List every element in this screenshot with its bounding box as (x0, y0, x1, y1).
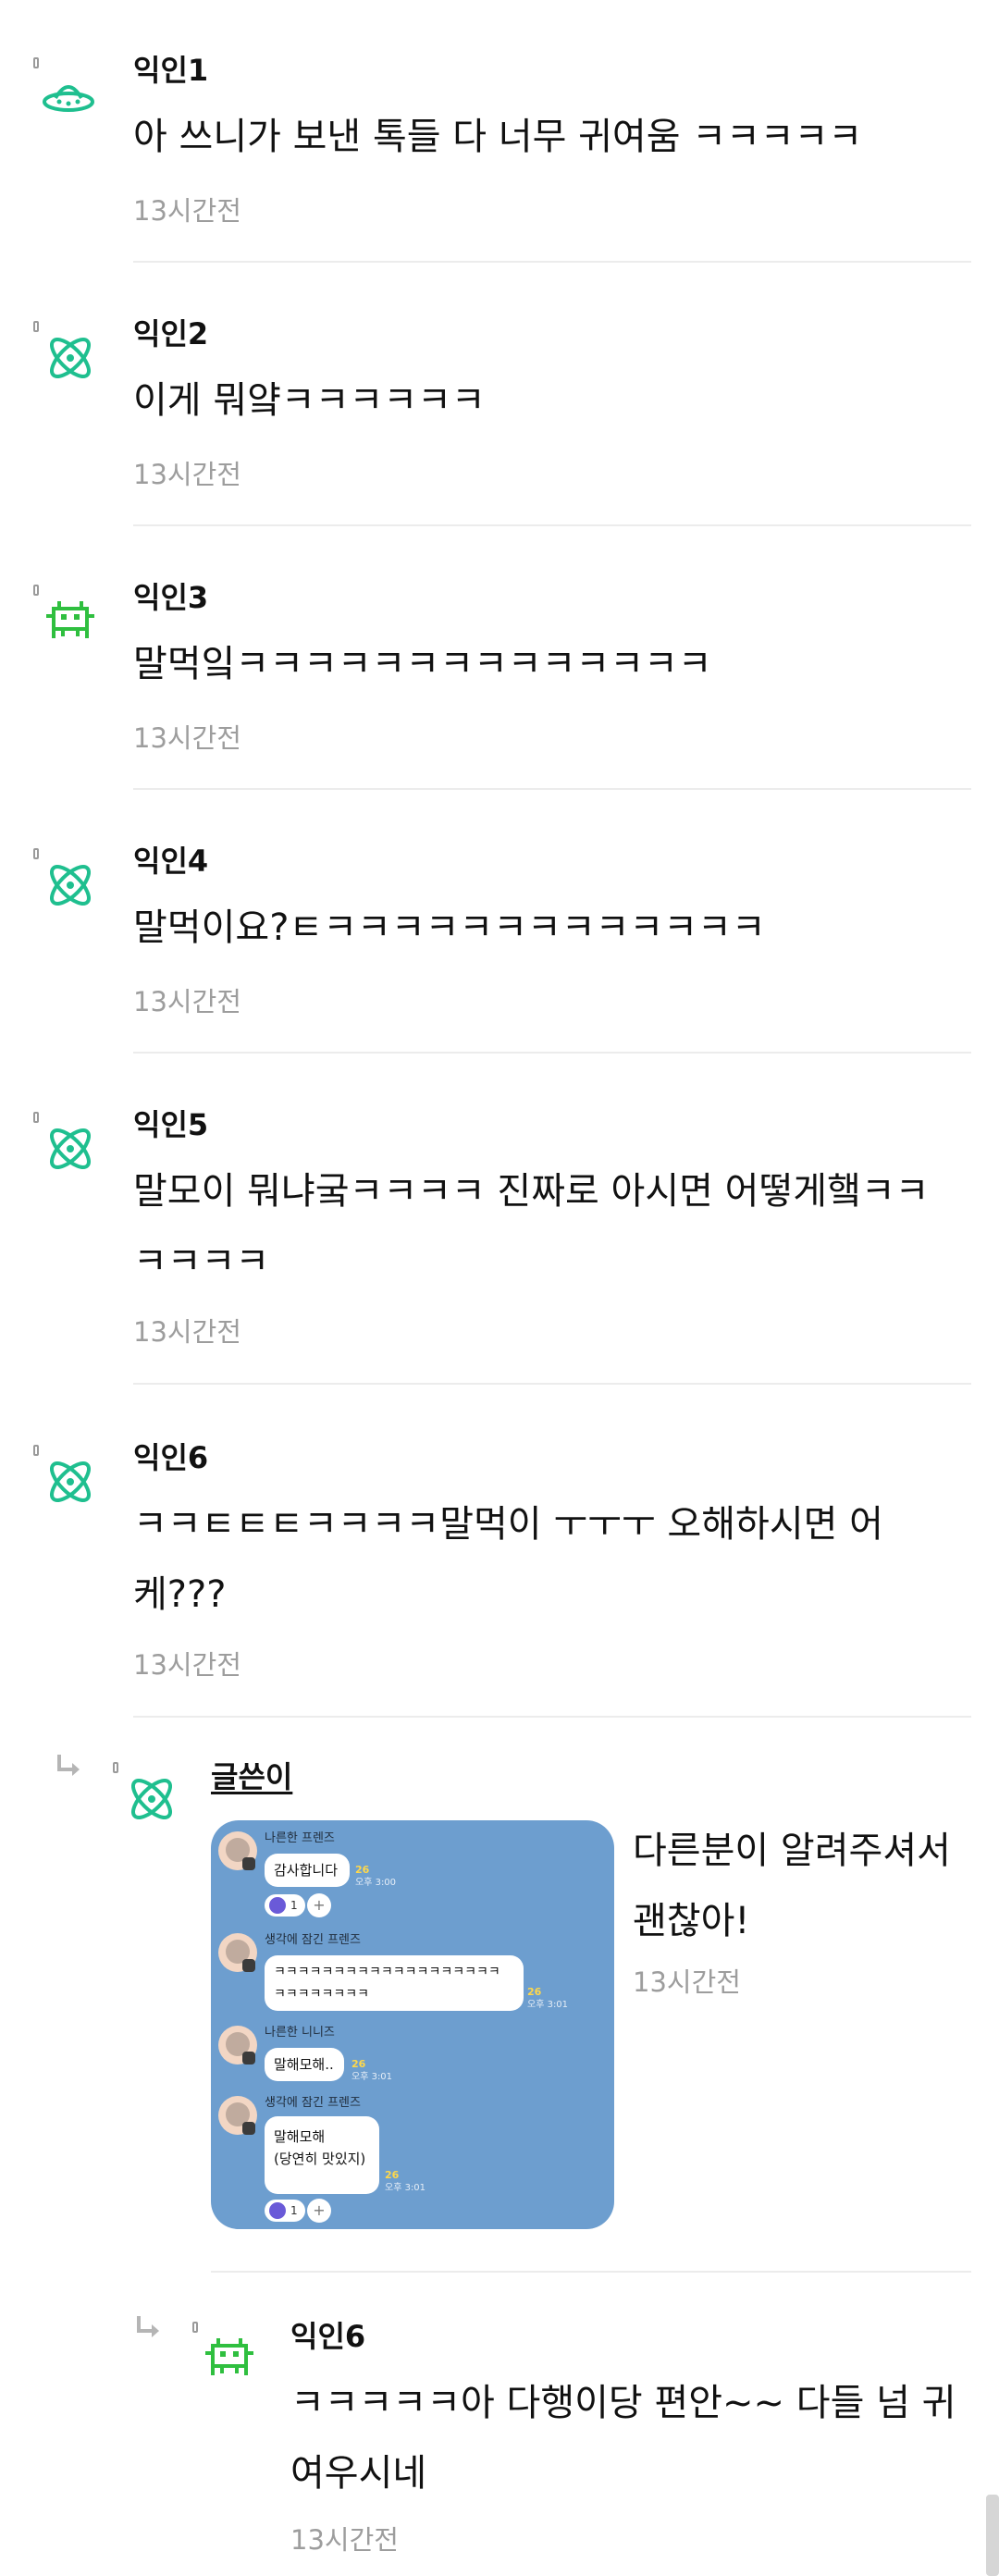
comment-time: 13시간전 (133, 1316, 241, 1348)
scrollbar[interactable] (986, 2495, 999, 2576)
comment-author: 익인6 (290, 2319, 366, 2354)
chat-reaction: 1 (265, 1894, 305, 1917)
comment-text: 말먹잌ㅋㅋㅋㅋㅋㅋㅋㅋㅋㅋㅋㅋㅋㅋ (133, 643, 712, 685)
comment-item: 익인6 ㅋㅋㅌㅌㅌㅋㅋㅋㅋ말먹이 ㅜㅜㅜ 오해하시면 어 케??? 13시간전 (0, 1387, 999, 1720)
ufo-icon (41, 67, 96, 122)
comment-text-line-1: 다른분이 알려주셔서 (633, 1830, 951, 1872)
chat-unread-count: 26 (527, 1986, 542, 1998)
chat-bubble: 감사합니다 (265, 1854, 350, 1887)
divider (133, 261, 971, 263)
more-options-icon[interactable] (113, 1762, 118, 1773)
chat-bubble: 말해모해 (당연히 맛있지) (265, 2116, 379, 2194)
reply-item: 익인6 ㅋㅋㅋㅋㅋ아 다행이당 편안~~ 다들 넘 귀 여우시네 13시간전 (0, 2275, 999, 2576)
chat-time: 오후 3:00 (355, 1878, 397, 1888)
comment-text: 아 쓰니가 보낸 톡들 다 너무 귀여움 ㅋㅋㅋㅋㅋ (133, 116, 863, 158)
comment-author: 익인2 (133, 316, 209, 351)
comment-time: 13시간전 (290, 2524, 399, 2556)
more-options-icon[interactable] (33, 848, 39, 859)
more-options-icon[interactable] (33, 57, 39, 68)
divider (133, 524, 971, 526)
divider (133, 788, 971, 790)
chat-crown-badge (242, 2122, 255, 2135)
chat-time: 오후 3:01 (385, 2183, 426, 2193)
chat-time: 오후 3:01 (527, 2000, 569, 2010)
space-invader-icon (43, 594, 98, 649)
comment-time: 13시간전 (133, 986, 241, 1017)
divider (211, 2271, 971, 2273)
more-options-icon[interactable] (33, 1445, 39, 1456)
chat-crown-badge (242, 2052, 255, 2064)
more-options-icon[interactable] (33, 585, 39, 596)
chat-sender: 나른한 프렌즈 (265, 1831, 335, 1845)
attached-chat-screenshot[interactable]: 나른한 프렌즈 감사합니다 26 오후 3:00 1 생각에 잠긴 프렌즈 ㅋㅋ… (211, 1820, 614, 2229)
more-options-icon[interactable] (33, 1112, 39, 1123)
atom-icon (124, 1771, 179, 1827)
comment-item: 익인3 말먹잌ㅋㅋㅋㅋㅋㅋㅋㅋㅋㅋㅋㅋㅋㅋ 13시간전 (0, 527, 999, 791)
comment-author-op[interactable]: 글쓴이 (211, 1758, 292, 1795)
comment-item: 익인4 말먹이요?ㅌㅋㅋㅋㅋㅋㅋㅋㅋㅋㅋㅋㅋㅋ 13시간전 (0, 791, 999, 1054)
comment-item: 익인2 이게 뭐얔ㅋㅋㅋㅋㅋㅋ 13시간전 (0, 264, 999, 527)
comment-text-line-1: 말모이 뭐냐궄ㅋㅋㅋㅋ 진짜로 아시면 어떻게햌ㅋㅋ (133, 1170, 930, 1213)
atom-icon (43, 1121, 98, 1177)
comment-text: 이게 뭐얔ㅋㅋㅋㅋㅋㅋ (133, 379, 486, 422)
chat-bubble: 말해모해.. (265, 2048, 344, 2081)
more-options-icon[interactable] (33, 321, 39, 332)
chat-unread-count: 26 (352, 2058, 366, 2070)
comment-time: 13시간전 (133, 722, 241, 754)
comment-time: 13시간전 (133, 1649, 241, 1681)
atom-icon (43, 1454, 98, 1510)
chat-reaction: 1 (265, 2200, 305, 2222)
chat-sender: 생각에 잠긴 프렌즈 (265, 2096, 361, 2110)
comment-item: 익인1 아 쓰니가 보낸 톡들 다 너무 귀여움 ㅋㅋㅋㅋㅋ 13시간전 (0, 0, 999, 264)
comment-text-line-1: ㅋㅋㅋㅋㅋ아 다행이당 편안~~ 다들 넘 귀 (290, 2382, 956, 2424)
chat-crown-badge (242, 1959, 255, 1972)
reply-arrow-icon (54, 1751, 83, 1781)
chat-bubble: ㅋㅋㅋㅋㅋㅋㅋㅋㅋㅋㅋㅋㅋㅋㅋㅋㅋㅋㅋ ㅋㅋㅋㅋㅋㅋㅋㅋ (265, 1955, 524, 2011)
comment-text-line-2: 괜찮아! (633, 1900, 750, 1942)
comment-author: 익인4 (133, 844, 209, 879)
chat-time: 오후 3:01 (352, 2072, 393, 2082)
comment-time: 13시간전 (133, 459, 241, 490)
comment-time: 13시간전 (133, 195, 241, 227)
divider (133, 1383, 971, 1385)
comment-author: 익인6 (133, 1440, 209, 1475)
chat-sender: 생각에 잠긴 프렌즈 (265, 1933, 361, 1947)
comment-author: 익인3 (133, 580, 209, 615)
chat-unread-count: 26 (385, 2169, 400, 2181)
comment-text-line-1: ㅋㅋㅌㅌㅌㅋㅋㅋㅋ말먹이 ㅜㅜㅜ 오해하시면 어 (133, 1503, 883, 1546)
comment-time: 13시간전 (633, 1966, 741, 1998)
add-reaction-icon (307, 2199, 331, 2223)
comment-text: 말먹이요?ㅌㅋㅋㅋㅋㅋㅋㅋㅋㅋㅋㅋㅋㅋ (133, 906, 766, 949)
add-reaction-icon (307, 1893, 331, 1917)
comment-text-line-2: 여우시네 (290, 2452, 427, 2495)
comment-text-line-2: 케??? (133, 1573, 227, 1616)
chat-crown-badge (242, 1857, 255, 1870)
chat-sender: 나른한 니니즈 (265, 2026, 335, 2040)
chat-unread-count: 26 (355, 1864, 370, 1876)
comment-author: 익인5 (133, 1107, 209, 1142)
atom-icon (43, 857, 98, 913)
atom-icon (43, 330, 98, 386)
divider (133, 1052, 971, 1054)
reply-arrow-icon (133, 2312, 163, 2342)
more-options-icon[interactable] (192, 2322, 198, 2333)
space-invader-icon (202, 2331, 257, 2386)
comment-author: 익인1 (133, 53, 209, 88)
comment-item: 익인5 말모이 뭐냐궄ㅋㅋㅋㅋ 진짜로 아시면 어떻게햌ㅋㅋ ㅋㅋㅋㅋ 13시간… (0, 1054, 999, 1387)
comment-text-line-2: ㅋㅋㅋㅋ (133, 1240, 270, 1283)
